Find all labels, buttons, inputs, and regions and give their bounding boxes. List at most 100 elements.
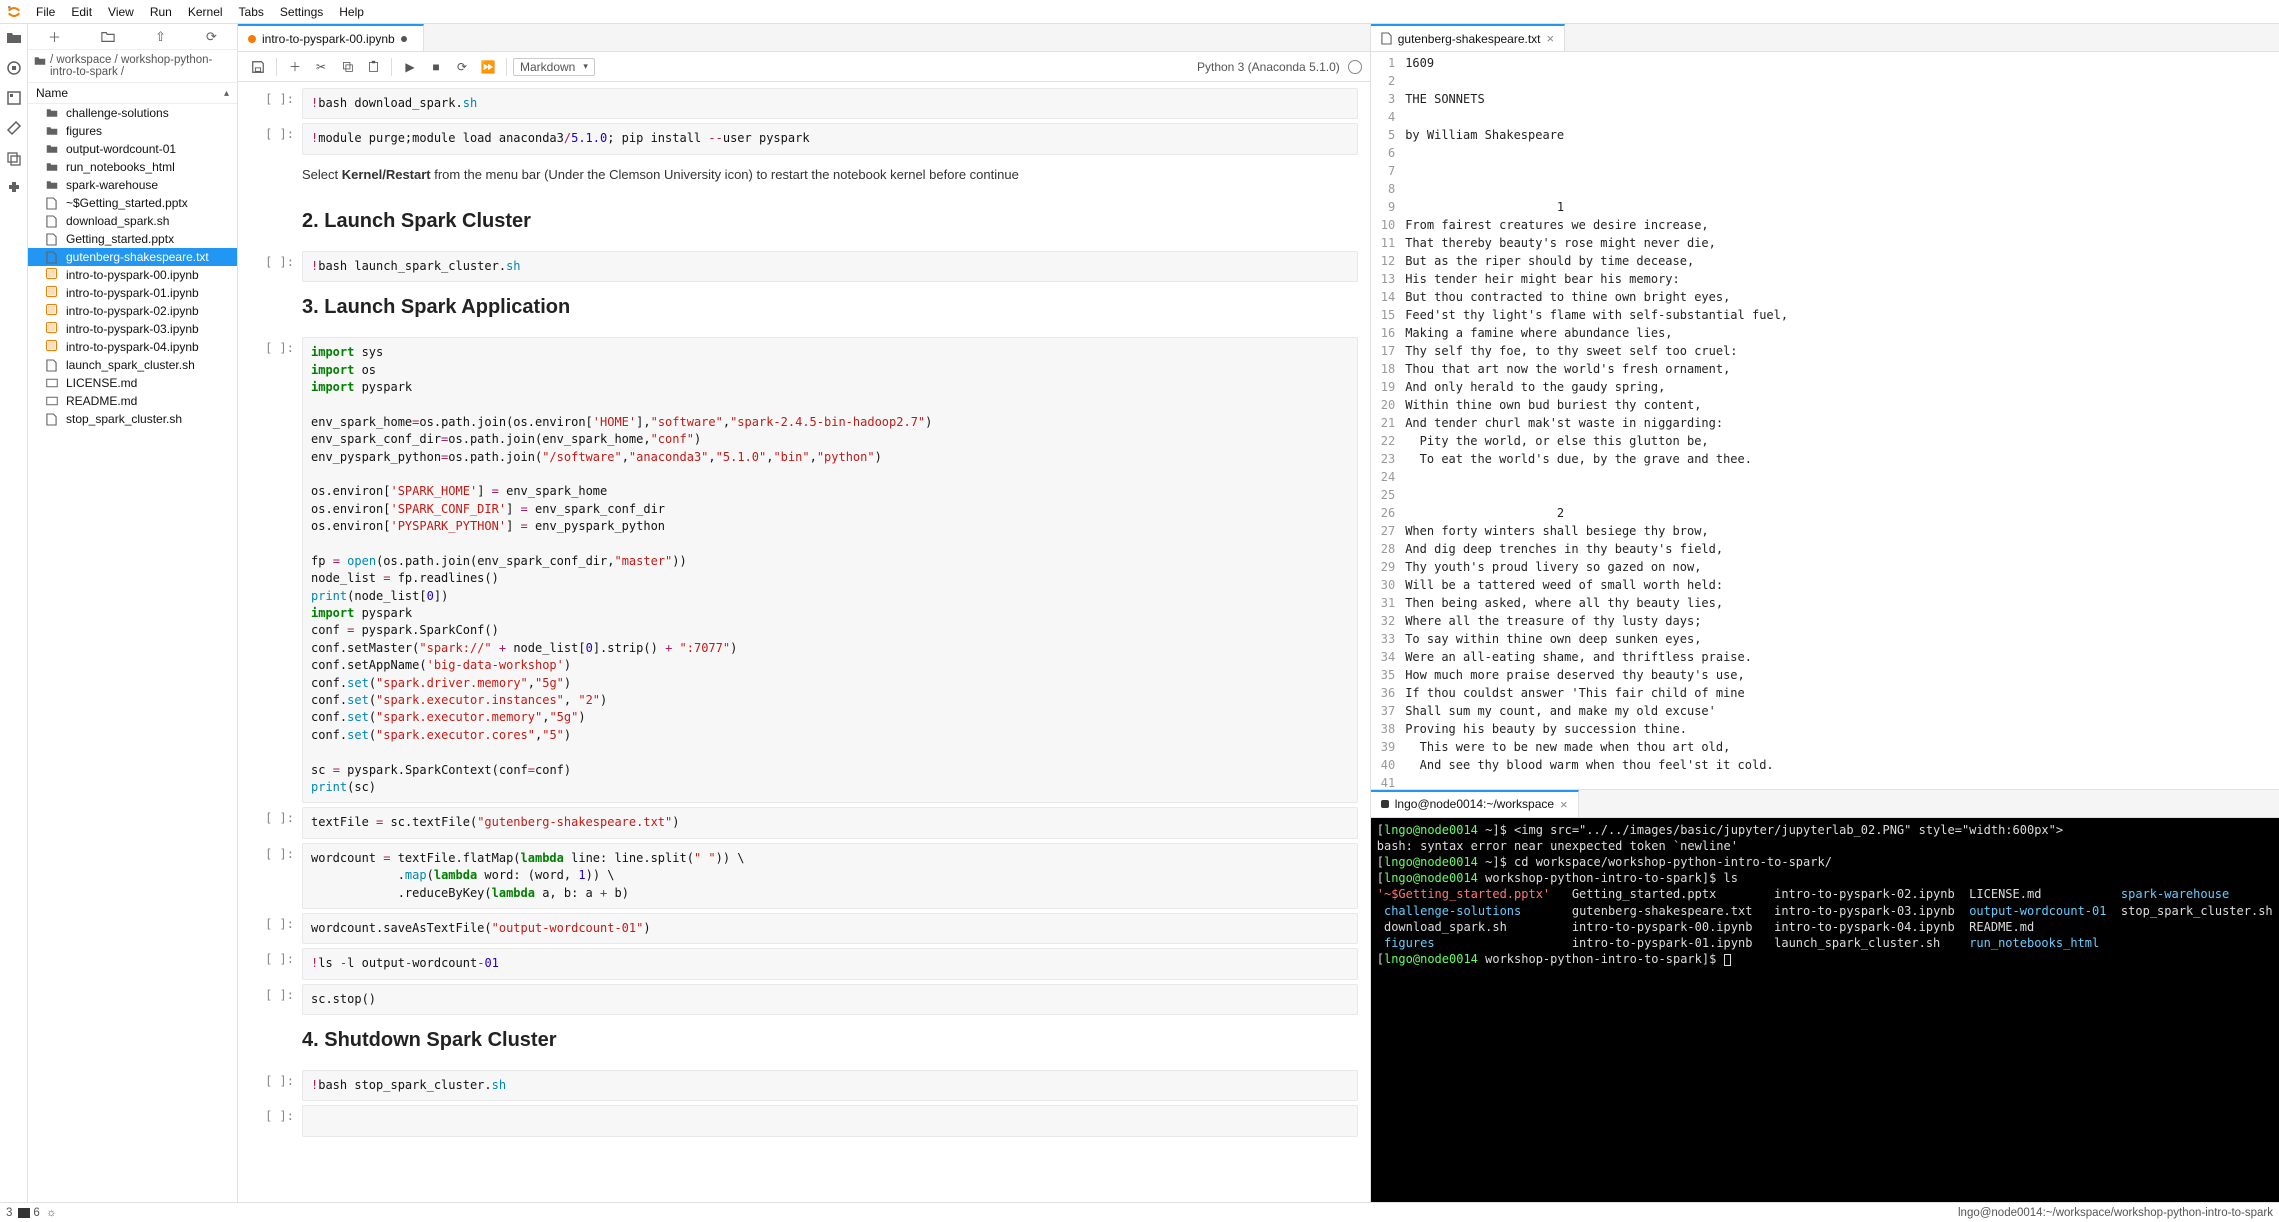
menu-view[interactable]: View <box>100 3 142 21</box>
tree-item-label: intro-to-pyspark-00.ipynb <box>66 268 199 282</box>
tree-item-label: ~$Getting_started.pptx <box>66 196 188 210</box>
tree-item[interactable]: intro-to-pyspark-03.ipynb <box>28 320 237 338</box>
tree-item-label: figures <box>66 124 102 138</box>
file-icon <box>46 233 60 246</box>
tab-notebook[interactable]: intro-to-pyspark-00.ipynb <box>238 24 424 51</box>
restart-icon[interactable]: ⟳ <box>450 56 474 78</box>
tab-label: gutenberg-shakespeare.txt <box>1398 32 1541 46</box>
code-cell[interactable]: !module purge;module load anaconda3/5.1.… <box>302 123 1358 154</box>
kernel-status-icon <box>1348 60 1362 74</box>
kernel-name[interactable]: Python 3 (Anaconda 5.1.0) <box>1197 60 1340 74</box>
menu-help[interactable]: Help <box>331 3 372 21</box>
nb-icon <box>46 304 60 318</box>
menu-tabs[interactable]: Tabs <box>231 3 272 21</box>
markdown-heading[interactable]: 2. Launch Spark Cluster <box>302 200 1358 247</box>
menu-run[interactable]: Run <box>142 3 180 21</box>
run-icon[interactable]: ▶ <box>398 56 422 78</box>
close-icon[interactable]: × <box>1547 31 1555 46</box>
menu-settings[interactable]: Settings <box>272 3 331 21</box>
code-cell[interactable] <box>302 1105 1358 1136</box>
folder-icon <box>46 143 60 155</box>
add-cell-icon[interactable]: ＋ <box>283 56 307 78</box>
terminal[interactable]: [lngo@node0014 ~]$ <img src="../../image… <box>1371 818 2279 1202</box>
markdown-cell[interactable]: Select Kernel/Restart from the menu bar … <box>302 159 1358 196</box>
breadcrumb[interactable]: / workspace / workshop-python-intro-to-s… <box>28 50 237 82</box>
code-cell[interactable]: wordcount.saveAsTextFile("output-wordcou… <box>302 913 1358 944</box>
tree-item-label: spark-warehouse <box>66 178 158 192</box>
tab-editor[interactable]: gutenberg-shakespeare.txt × <box>1371 24 1565 51</box>
status-settings-icon[interactable]: ☼ <box>46 1207 57 1219</box>
md-icon <box>46 395 60 407</box>
notebook-body[interactable]: [ ]:!bash download_spark.sh [ ]:!module … <box>238 82 1370 1202</box>
close-icon[interactable]: × <box>1560 797 1568 812</box>
file-icon <box>46 197 60 210</box>
menu-edit[interactable]: Edit <box>63 3 100 21</box>
nb-icon <box>46 322 60 336</box>
folder-icon <box>46 179 60 191</box>
tree-item[interactable]: stop_spark_cluster.sh <box>28 410 237 428</box>
paste-icon[interactable] <box>361 56 385 78</box>
tree-item[interactable]: README.md <box>28 392 237 410</box>
tree-item[interactable]: intro-to-pyspark-01.ipynb <box>28 284 237 302</box>
tree-item[interactable]: launch_spark_cluster.sh <box>28 356 237 374</box>
new-launcher-icon[interactable]: ＋ <box>48 27 61 46</box>
extensions-icon[interactable] <box>6 180 22 196</box>
tree-item-label: README.md <box>66 394 137 408</box>
file-browser-toolbar: ＋ ⇧ ⟳ <box>28 24 237 50</box>
terminal-tabs: lngo@node0014:~/workspace × <box>1371 790 2279 818</box>
tree-item[interactable]: intro-to-pyspark-02.ipynb <box>28 302 237 320</box>
activity-bar <box>0 24 28 1202</box>
code-cell[interactable]: !bash launch_spark_cluster.sh <box>302 251 1358 282</box>
file-icon <box>46 413 60 426</box>
tree-item[interactable]: intro-to-pyspark-00.ipynb <box>28 266 237 284</box>
status-right: lngo@node0014:~/workspace/workshop-pytho… <box>1958 1207 2273 1219</box>
notebook-tabs: intro-to-pyspark-00.ipynb <box>238 24 1370 52</box>
tree-item[interactable]: challenge-solutions <box>28 104 237 122</box>
code-cell[interactable]: !bash download_spark.sh <box>302 88 1358 119</box>
copy-icon[interactable] <box>335 56 359 78</box>
tree-item[interactable]: download_spark.sh <box>28 212 237 230</box>
notebook-toolbar: ＋ ✂ ▶ ■ ⟳ ⏩ Markdown▾ Python 3 (Anaconda… <box>238 52 1370 82</box>
tabs-icon[interactable] <box>6 150 22 166</box>
tree-item[interactable]: spark-warehouse <box>28 176 237 194</box>
folder-icon[interactable] <box>6 30 22 46</box>
code-cell[interactable]: !bash stop_spark_cluster.sh <box>302 1070 1358 1101</box>
save-icon[interactable] <box>246 56 270 78</box>
menu-kernel[interactable]: Kernel <box>180 3 231 21</box>
tab-terminal[interactable]: lngo@node0014:~/workspace × <box>1371 790 1579 817</box>
stop-icon[interactable]: ■ <box>424 56 448 78</box>
code-cell[interactable]: import sys import os import pyspark env_… <box>302 337 1358 803</box>
upload-icon[interactable]: ⇧ <box>155 29 166 45</box>
tree-item[interactable]: output-wordcount-01 <box>28 140 237 158</box>
tree-item[interactable]: ~$Getting_started.pptx <box>28 194 237 212</box>
tree-item[interactable]: figures <box>28 122 237 140</box>
code-cell[interactable]: sc.stop() <box>302 984 1358 1015</box>
code-cell[interactable]: !ls -l output-wordcount-01 <box>302 948 1358 979</box>
tree-item-label: intro-to-pyspark-02.ipynb <box>66 304 199 318</box>
tree-item[interactable]: gutenberg-shakespeare.txt <box>28 248 237 266</box>
cell-type-select[interactable]: Markdown▾ <box>513 58 595 76</box>
status-terminals[interactable]: 6 <box>18 1207 39 1219</box>
tab-label: intro-to-pyspark-00.ipynb <box>262 32 395 46</box>
code-cell[interactable]: wordcount = textFile.flatMap(lambda line… <box>302 843 1358 909</box>
text-editor[interactable]: 1 2 3 4 5 6 7 8 9 10 11 12 13 14 15 16 1… <box>1371 52 2279 789</box>
file-list-header[interactable]: Name▴ <box>28 82 237 104</box>
markdown-heading[interactable]: 4. Shutdown Spark Cluster <box>302 1019 1358 1066</box>
refresh-icon[interactable]: ⟳ <box>206 29 217 45</box>
commands-icon[interactable] <box>6 90 22 106</box>
new-folder-icon[interactable] <box>101 30 115 44</box>
tree-item[interactable]: intro-to-pyspark-04.ipynb <box>28 338 237 356</box>
tree-item[interactable]: LICENSE.md <box>28 374 237 392</box>
code-cell[interactable]: textFile = sc.textFile("gutenberg-shakes… <box>302 807 1358 838</box>
menu-file[interactable]: File <box>28 3 63 21</box>
tools-icon[interactable] <box>6 120 22 136</box>
tree-item[interactable]: run_notebooks_html <box>28 158 237 176</box>
tree-item[interactable]: Getting_started.pptx <box>28 230 237 248</box>
markdown-heading[interactable]: 3. Launch Spark Application <box>302 286 1358 333</box>
running-icon[interactable] <box>6 60 22 76</box>
cut-icon[interactable]: ✂ <box>309 56 333 78</box>
folder-icon <box>46 107 60 119</box>
run-all-icon[interactable]: ⏩ <box>476 56 500 78</box>
dirty-indicator-icon <box>401 36 407 42</box>
sort-caret-icon[interactable]: ▴ <box>224 88 229 99</box>
